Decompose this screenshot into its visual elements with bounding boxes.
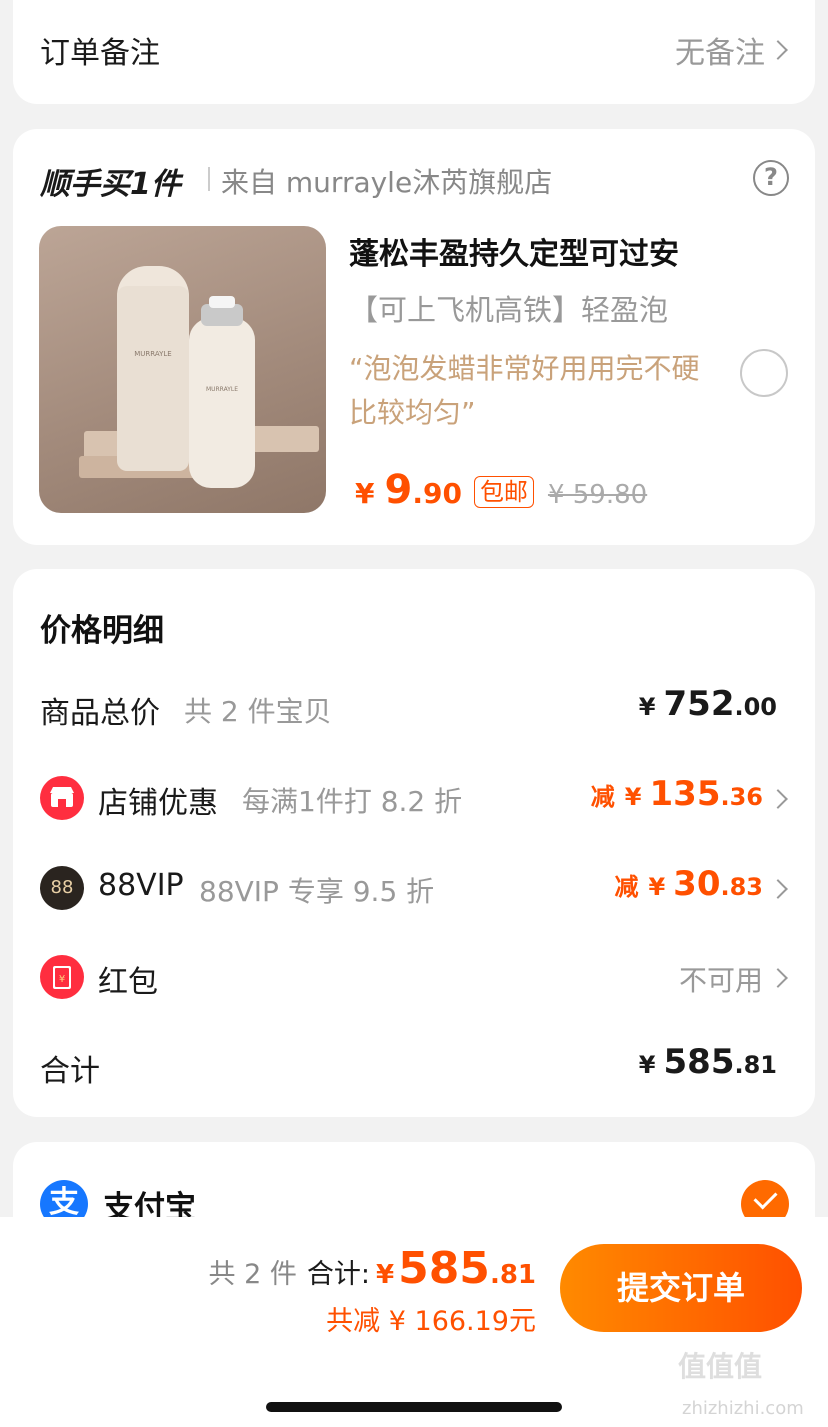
currency-symbol: ¥ xyxy=(624,783,642,811)
total-row: 合计 ¥ 585 .81 xyxy=(13,1036,815,1096)
amount-decimal: .00 xyxy=(734,693,777,721)
total-decimal: .81 xyxy=(489,1260,536,1290)
product-price: ¥ 9 .90 包邮 ¥ 59.80 xyxy=(355,467,647,517)
currency-symbol: ¥ xyxy=(375,1260,395,1290)
currency-symbol: ¥ xyxy=(638,693,656,721)
home-indicator[interactable] xyxy=(266,1402,562,1412)
amount-integer: 752 xyxy=(663,684,735,724)
original-price: ¥ 59.80 xyxy=(547,480,648,510)
total-integer: 585 xyxy=(398,1243,490,1294)
amount-integer: 585 xyxy=(663,1042,735,1082)
chevron-right-icon xyxy=(768,789,788,809)
red-packet-label: 红包 xyxy=(98,965,158,1000)
store-discount-amount: 减 ¥ 135 .36 xyxy=(591,774,763,814)
vip-discount-row[interactable]: 88 88VIP 88VIP 专享 9.5 折 减 ¥ 30 .83 xyxy=(13,858,815,918)
store-discount-label: 店铺优惠 xyxy=(98,786,218,821)
total-label: 合计: xyxy=(306,1259,370,1290)
store-icon-art xyxy=(50,787,74,807)
goods-total-row: 商品总价 共 2 件宝贝 ¥ 752 .00 xyxy=(13,678,815,738)
submit-order-button[interactable]: 提交订单 xyxy=(560,1244,802,1332)
price-detail-card: 价格明细 商品总价 共 2 件宝贝 ¥ 752 .00 店铺优惠 每满1件打 8… xyxy=(13,569,815,1117)
product-subtitle: 【可上飞机高铁】轻盈泡 xyxy=(349,293,669,327)
product-image[interactable]: MURRAYLE MURRAYLE xyxy=(39,226,326,513)
red-packet-icon-art: ¥ xyxy=(53,966,71,989)
red-packet-row[interactable]: ¥ 红包 不可用 xyxy=(13,947,815,1007)
product-review: “泡泡发蜡非常好用用完不硬比较均匀” xyxy=(349,352,700,429)
total-amount: ¥ 585 .81 xyxy=(639,1042,777,1082)
addon-shop-name: 来自 murrayle沐芮旗舰店 xyxy=(221,166,553,199)
vip-hint: 88VIP 专享 9.5 折 xyxy=(199,875,435,908)
svg-text:¥: ¥ xyxy=(59,974,65,985)
addon-product-card: 顺手买1件 来自 murrayle沐芮旗舰店 ? MURRAYLE MURRAY… xyxy=(13,129,815,545)
amount-decimal: .83 xyxy=(720,873,763,901)
amount-integer: 135 xyxy=(649,774,721,814)
section-title: 价格明细 xyxy=(40,613,164,649)
item-count: 共 2 件 xyxy=(208,1259,297,1290)
currency-symbol: ¥ xyxy=(638,1051,656,1079)
addon-title: 顺手买1件 xyxy=(40,167,181,202)
vip-88-icon: 88 xyxy=(40,866,84,910)
goods-total-amount: ¥ 752 .00 xyxy=(639,684,777,724)
product-brand-text: MURRAYLE xyxy=(134,350,171,358)
store-icon xyxy=(40,776,84,820)
question-circle-icon[interactable]: ? xyxy=(753,160,789,196)
minus-label: 减 xyxy=(614,873,639,901)
total-label: 合计 xyxy=(40,1054,100,1089)
vip-discount-amount: 减 ¥ 30 .83 xyxy=(614,864,763,904)
product-image-art: MURRAYLE MURRAYLE xyxy=(79,266,319,488)
red-packet-icon: ¥ xyxy=(40,955,84,999)
store-discount-hint: 每满1件打 8.2 折 xyxy=(242,785,463,818)
amount-integer: 30 xyxy=(673,864,721,904)
order-note-value[interactable]: 无备注 xyxy=(675,28,765,72)
price-integer: 9 xyxy=(384,467,413,513)
chevron-right-icon xyxy=(768,40,788,60)
goods-total-label: 商品总价 xyxy=(40,696,160,731)
free-shipping-badge: 包邮 xyxy=(473,476,534,508)
goods-count-hint: 共 2 件宝贝 xyxy=(184,695,332,728)
watermark-url: zhizhizhi.com xyxy=(682,1398,804,1419)
red-packet-status: 不可用 xyxy=(678,964,763,997)
add-product-radio[interactable] xyxy=(740,349,788,397)
chevron-right-icon xyxy=(768,968,788,988)
minus-label: 减 xyxy=(590,783,615,811)
amount-decimal: .36 xyxy=(720,783,763,811)
divider xyxy=(208,167,210,191)
watermark-logo: 值值值 xyxy=(678,1350,763,1383)
currency-symbol: ¥ xyxy=(355,477,375,510)
order-note-label: 订单备注 xyxy=(40,36,160,71)
checkout-total: 共 2 件 合计: ¥ 585 .81 xyxy=(209,1243,536,1294)
store-discount-row[interactable]: 店铺优惠 每满1件打 8.2 折 减 ¥ 135 .36 xyxy=(13,768,815,828)
order-note-card[interactable]: 订单备注 无备注 xyxy=(13,0,815,104)
amount-decimal: .81 xyxy=(734,1051,777,1079)
chevron-right-icon xyxy=(768,879,788,899)
vip-label: 88VIP xyxy=(98,868,184,903)
checkout-bar: 共 2 件 合计: ¥ 585 .81 共减 ¥ 166.19元 提交订单 xyxy=(0,1217,828,1427)
currency-symbol: ¥ xyxy=(648,873,666,901)
price-decimal: .90 xyxy=(412,477,462,510)
total-saved: 共减 ¥ 166.19元 xyxy=(326,1306,536,1337)
product-brand-text: MURRAYLE xyxy=(206,386,238,393)
product-title[interactable]: 蓬松丰盈持久定型可过安 xyxy=(349,229,679,273)
